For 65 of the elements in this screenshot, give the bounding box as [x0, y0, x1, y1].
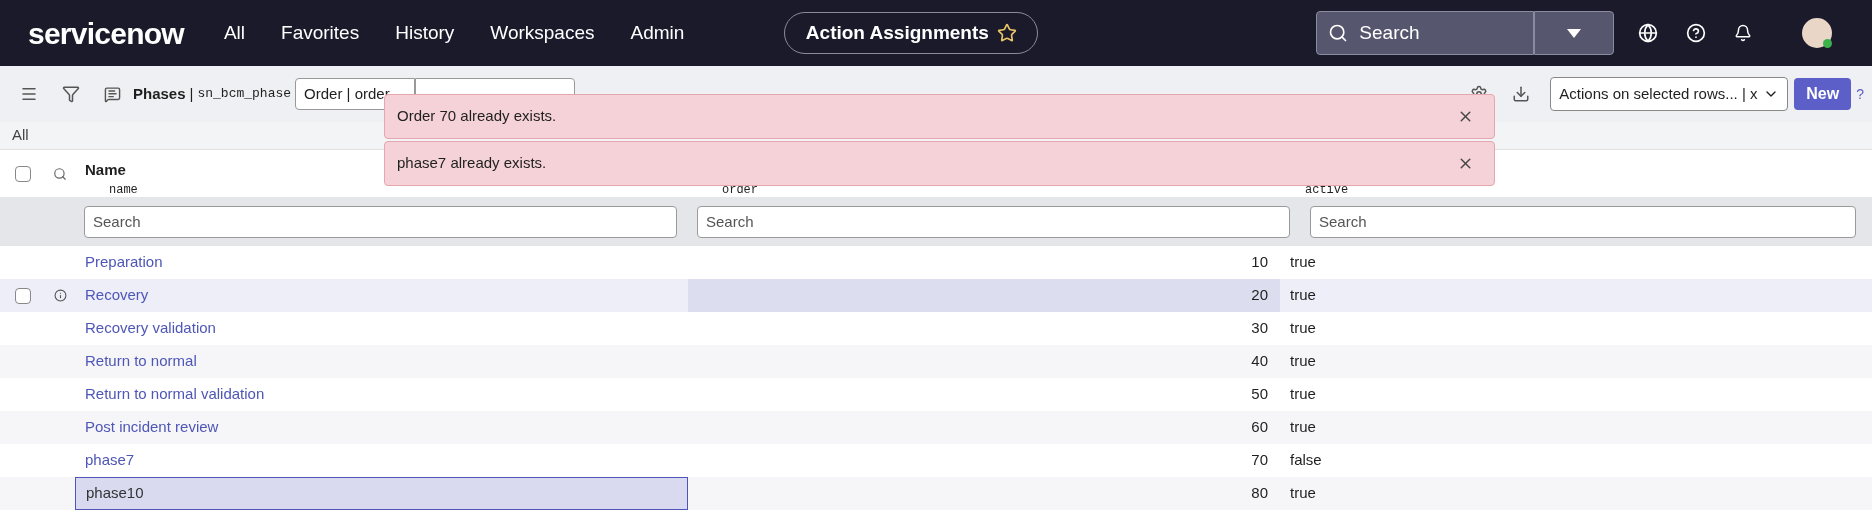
- caret-icon: [1567, 28, 1582, 38]
- column-field-name: active: [1304, 183, 1349, 197]
- new-button[interactable]: New: [1794, 78, 1852, 110]
- row-checkbox[interactable]: [14, 287, 31, 304]
- order-cell-text: 40: [1250, 351, 1269, 372]
- order-cell-text: 50: [1250, 384, 1269, 405]
- download-icon[interactable]: [1512, 85, 1531, 103]
- nav-menu-item[interactable]: Workspaces: [490, 18, 595, 48]
- chat-icon[interactable]: [104, 85, 121, 103]
- table-row[interactable]: Return to normal 40 true: [0, 345, 1872, 378]
- active-cell-text: false: [1289, 450, 1323, 471]
- breadcrumb[interactable]: All: [12, 124, 29, 147]
- favorite-star-icon[interactable]: [996, 23, 1017, 43]
- list-title: Phases: [133, 83, 186, 104]
- table-row[interactable]: Recovery 20 true: [0, 279, 1872, 312]
- help-link[interactable]: ?: [1856, 83, 1864, 105]
- active-cell-text: true: [1289, 252, 1317, 273]
- column-field-name: name: [108, 183, 138, 197]
- name-cell[interactable]: phase10: [75, 477, 688, 510]
- order-cell-text: 80: [1250, 483, 1269, 504]
- nav-menu-item[interactable]: All: [223, 18, 246, 48]
- menu-icon[interactable]: [20, 85, 38, 103]
- name-cell[interactable]: Post incident review: [75, 411, 688, 444]
- order-cell: 20: [688, 279, 1280, 312]
- nav-menu-item[interactable]: History: [395, 18, 455, 48]
- table-row[interactable]: Post incident review 60 true: [0, 411, 1872, 444]
- order-cell-text: 70: [1250, 450, 1269, 471]
- logo[interactable]: servicenow: [28, 10, 184, 56]
- name-cell[interactable]: Preparation: [75, 246, 688, 279]
- order-cell-text: 10: [1250, 252, 1269, 273]
- info-icon[interactable]: [53, 289, 67, 302]
- active-cell-text: true: [1289, 285, 1317, 306]
- column-search-field[interactable]: Search: [84, 205, 677, 238]
- order-cell-text: 30: [1250, 318, 1269, 339]
- name-cell[interactable]: Recovery: [75, 279, 688, 312]
- user-avatar[interactable]: [1802, 18, 1832, 48]
- table-name: sn_bcm_phase: [197, 85, 292, 104]
- column-search-field[interactable]: Search: [697, 205, 1290, 238]
- table-row[interactable]: phase10 80 true: [0, 477, 1872, 510]
- active-cell-text: true: [1289, 417, 1317, 438]
- name-cell[interactable]: phase7: [75, 444, 688, 477]
- alert-message: phase7 already exists.: [397, 153, 548, 174]
- active-cell-text: true: [1289, 351, 1317, 372]
- column-search-field[interactable]: Search: [1310, 205, 1856, 238]
- bell-icon[interactable]: [1734, 24, 1753, 42]
- column-header[interactable]: Name: [85, 161, 126, 179]
- active-cell-text: true: [1289, 318, 1317, 339]
- filter-icon[interactable]: [62, 85, 80, 103]
- name-cell[interactable]: Return to normal validation: [75, 378, 688, 411]
- active-cell-text: true: [1289, 384, 1317, 405]
- separator-text: |: [189, 83, 194, 104]
- actions-select[interactable]: Actions on selected rows... | x: [1550, 77, 1789, 111]
- order-cell-text: 60: [1250, 417, 1269, 438]
- search-icon[interactable]: [53, 166, 67, 181]
- name-cell[interactable]: Recovery validation: [75, 312, 688, 345]
- globe-icon[interactable]: [1638, 23, 1659, 43]
- select-all-checkbox[interactable]: [14, 165, 31, 182]
- nav-menu-item[interactable]: Admin: [630, 18, 685, 48]
- active-cell-text: true: [1289, 483, 1317, 504]
- name-cell[interactable]: Return to normal: [75, 345, 688, 378]
- column-field-name: order: [721, 183, 758, 197]
- help-icon[interactable]: [1686, 23, 1707, 43]
- search-icon: [1328, 23, 1349, 43]
- nav-menu-item[interactable]: Favorites: [281, 18, 360, 48]
- global-search-field[interactable]: Search: [1316, 11, 1535, 55]
